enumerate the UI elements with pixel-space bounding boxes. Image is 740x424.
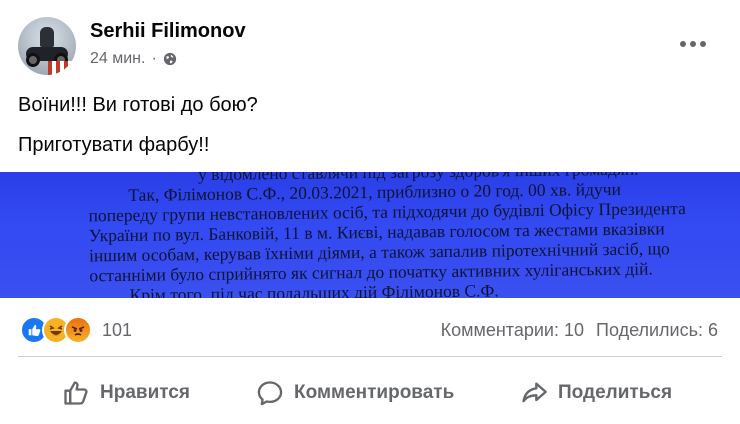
like-button-label: Нравится — [100, 382, 190, 403]
share-arrow-icon — [522, 382, 547, 403]
comment-button-label: Комментировать — [294, 382, 455, 403]
comment-bubble-icon — [257, 381, 283, 406]
post-photo[interactable]: у відомлено ставлячи під загрозу здоров'… — [0, 172, 740, 298]
post-stats: Комментарии: 10 Поделились: 6 — [441, 320, 718, 341]
more-dot — [700, 41, 706, 47]
share-button[interactable]: Поделиться — [520, 370, 672, 416]
comments-count-link[interactable]: Комментарии: 10 — [441, 320, 584, 341]
more-options-icon[interactable] — [680, 36, 706, 52]
facebook-post: Serhii Filimonov 24 мин. · Воїни!!! Ви г… — [0, 0, 740, 424]
globe-icon[interactable] — [163, 52, 177, 66]
comment-button[interactable]: Комментировать — [256, 370, 454, 416]
post-time[interactable]: 24 мин. — [90, 50, 145, 68]
post-text-line-1: Воїни!!! Ви готові до бою? — [18, 94, 258, 116]
author-name[interactable]: Serhii Filimonov — [90, 20, 246, 43]
angry-reaction-icon — [64, 316, 92, 344]
angry-face-icon — [71, 326, 85, 336]
share-button-label: Поделиться — [558, 382, 673, 403]
avatar-flag — [48, 61, 76, 75]
thumbs-up-icon — [28, 324, 41, 337]
shares-count-link[interactable]: Поделились: 6 — [596, 320, 718, 341]
photo-document-text: у відомлено ставлячи під загрозу здоров'… — [38, 172, 740, 298]
reactions-summary[interactable]: 101 — [20, 316, 132, 344]
avatar-rider — [40, 27, 54, 47]
post-meta: 24 мин. · — [90, 50, 177, 68]
meta-separator: · — [151, 50, 157, 67]
reaction-count: 101 — [102, 319, 133, 340]
post-text-line-2: Приготувати фарбу!! — [18, 134, 210, 156]
more-dot — [690, 41, 696, 47]
actions-divider — [18, 356, 722, 357]
thumbs-up-icon — [64, 381, 88, 405]
avatar-wheel — [26, 53, 40, 67]
more-dot — [680, 41, 686, 47]
like-button[interactable]: Нравится — [62, 370, 190, 416]
author-avatar[interactable] — [18, 17, 76, 75]
